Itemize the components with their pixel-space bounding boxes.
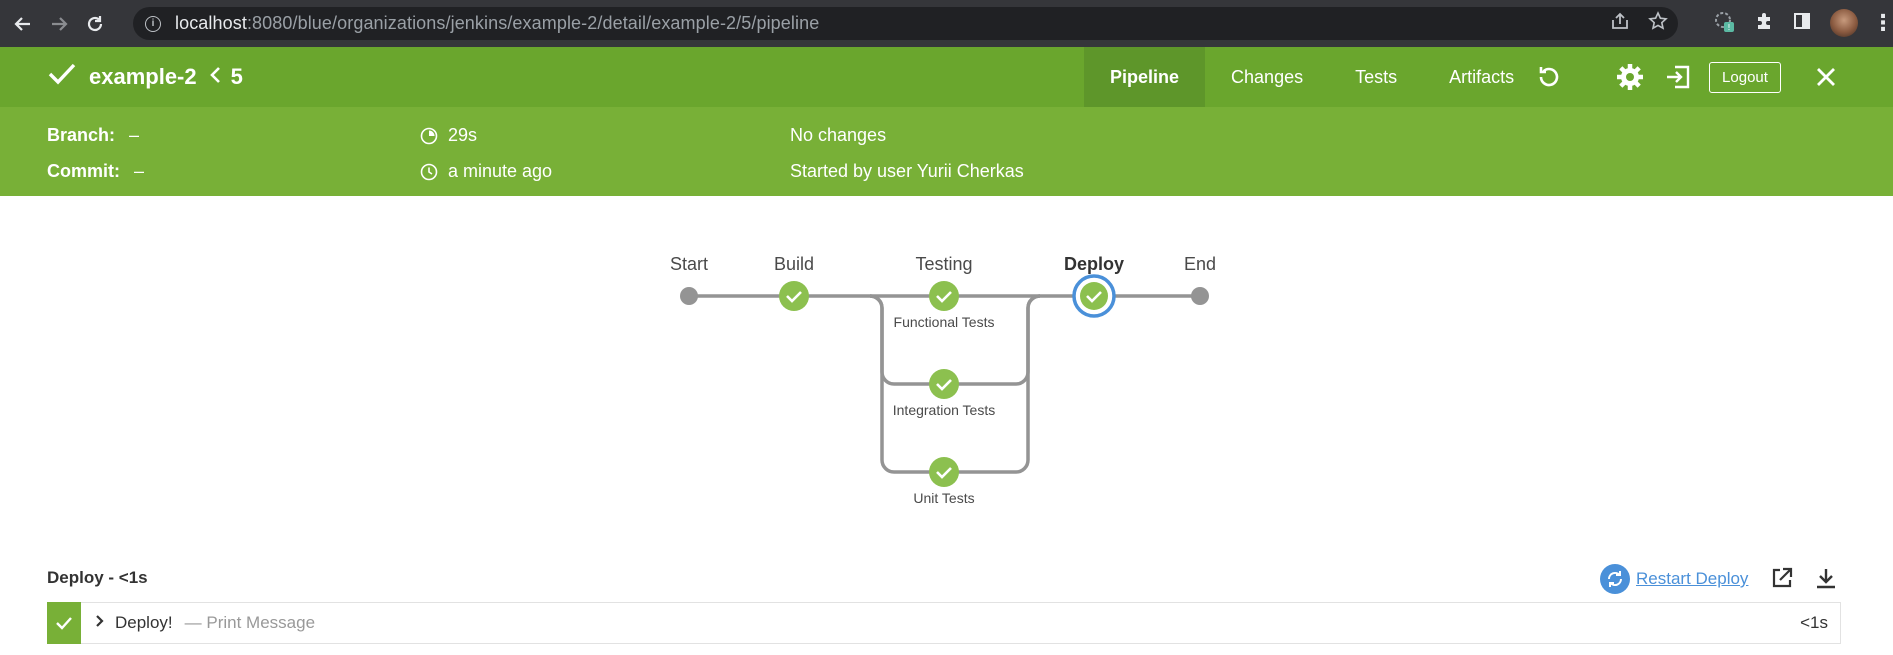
branch-label: Branch: — [47, 125, 116, 145]
site-info-icon[interactable]: i — [145, 15, 161, 32]
job-name-link[interactable]: example-2 — [89, 64, 197, 90]
chevron-right-icon[interactable] — [95, 614, 105, 633]
browser-toolbar: i localhost:8080/blue/organizations/jenk… — [0, 0, 1893, 47]
branch-label-unit-tests[interactable]: Unit Tests — [913, 490, 974, 506]
tab-artifacts[interactable]: Artifacts — [1423, 47, 1540, 107]
pipeline-graph: Start Build Testing Deploy End Functiona… — [0, 196, 1893, 546]
deploy-node[interactable] — [1072, 274, 1116, 318]
duration-icon — [420, 127, 438, 144]
stage-label-build[interactable]: Build — [774, 254, 814, 275]
commit-value: – — [134, 161, 145, 181]
commit-info: Commit: – — [47, 161, 144, 182]
stage-label-testing[interactable]: Testing — [915, 254, 972, 275]
restart-deploy-label[interactable]: Restart Deploy — [1636, 569, 1748, 589]
extensions-puzzle-icon[interactable] — [1754, 11, 1774, 36]
reload-icon[interactable] — [80, 9, 110, 39]
settings-gear-icon[interactable] — [1616, 47, 1644, 107]
side-panel-icon[interactable] — [1792, 11, 1812, 36]
clock-icon — [420, 163, 438, 180]
branch-label-functional-tests[interactable]: Functional Tests — [894, 314, 995, 330]
functional-tests-node[interactable] — [929, 281, 959, 311]
url-text: localhost:8080/blue/organizations/jenkin… — [175, 13, 820, 33]
integration-tests-node[interactable] — [929, 369, 959, 399]
stage-label-start: Start — [669, 254, 709, 274]
back-icon[interactable] — [8, 9, 38, 39]
chevron-left-icon — [209, 64, 221, 90]
stage-label-deploy[interactable]: Deploy — [1064, 254, 1124, 275]
run-header: example-2 5 Pipeline Changes Tests Artif… — [0, 47, 1893, 107]
end-node — [1191, 287, 1209, 305]
close-icon[interactable] — [1812, 63, 1840, 96]
run-title: example-2 5 — [47, 47, 243, 107]
branch-info: Branch: – — [47, 125, 139, 146]
profile-avatar[interactable] — [1830, 9, 1858, 37]
success-check-icon — [47, 61, 77, 93]
open-log-external-icon[interactable] — [1770, 566, 1794, 595]
step-row[interactable]: Deploy! — Print Message <1s — [47, 602, 1841, 644]
time-info: a minute ago — [420, 161, 552, 182]
commit-label: Commit: — [47, 161, 120, 181]
step-panel-title: Deploy - <1s — [47, 568, 148, 587]
branch-value: – — [129, 125, 140, 145]
svg-text:!: ! — [1727, 23, 1730, 32]
browser-menu-icon[interactable]: ⋮ — [1872, 10, 1893, 36]
branch-label-integration-tests[interactable]: Integration Tests — [893, 402, 995, 418]
tab-pipeline[interactable]: Pipeline — [1084, 47, 1206, 107]
started-by-info: Started by user Yurii Cherkas — [790, 161, 1024, 181]
logout-button[interactable]: Logout — [1709, 62, 1781, 93]
extension-activity-icon[interactable]: ! — [1712, 9, 1736, 38]
step-name: Deploy! — [115, 613, 173, 632]
share-icon[interactable] — [1610, 11, 1630, 36]
unit-tests-node[interactable] — [929, 457, 959, 487]
duration-value: 29s — [448, 125, 478, 145]
step-success-icon — [47, 602, 81, 644]
restart-icon — [1600, 564, 1630, 594]
restart-deploy-link[interactable]: Restart Deploy — [1600, 564, 1748, 594]
changes-info: No changes — [790, 125, 887, 145]
tab-tests[interactable]: Tests — [1329, 47, 1423, 107]
run-info-bar: Branch: – Commit: – 29s a minute ago No … — [0, 107, 1893, 196]
time-ago-value: a minute ago — [448, 161, 553, 181]
step-description: — Print Message — [184, 613, 316, 632]
build-node[interactable] — [779, 281, 809, 311]
duration-info: 29s — [420, 125, 477, 146]
bookmark-star-icon[interactable] — [1648, 11, 1668, 36]
start-node — [680, 287, 698, 305]
rerun-icon[interactable] — [1534, 47, 1562, 107]
step-duration: <1s — [1800, 613, 1828, 632]
run-number: 5 — [230, 64, 243, 89]
tab-changes[interactable]: Changes — [1205, 47, 1329, 107]
download-log-icon[interactable] — [1814, 566, 1838, 595]
run-tabs: Pipeline Changes Tests Artifacts — [1084, 47, 1540, 107]
stage-label-end: End — [1183, 254, 1217, 274]
address-bar[interactable]: i localhost:8080/blue/organizations/jenk… — [133, 7, 1678, 40]
forward-icon[interactable] — [44, 9, 74, 39]
open-classic-icon[interactable] — [1664, 47, 1692, 107]
